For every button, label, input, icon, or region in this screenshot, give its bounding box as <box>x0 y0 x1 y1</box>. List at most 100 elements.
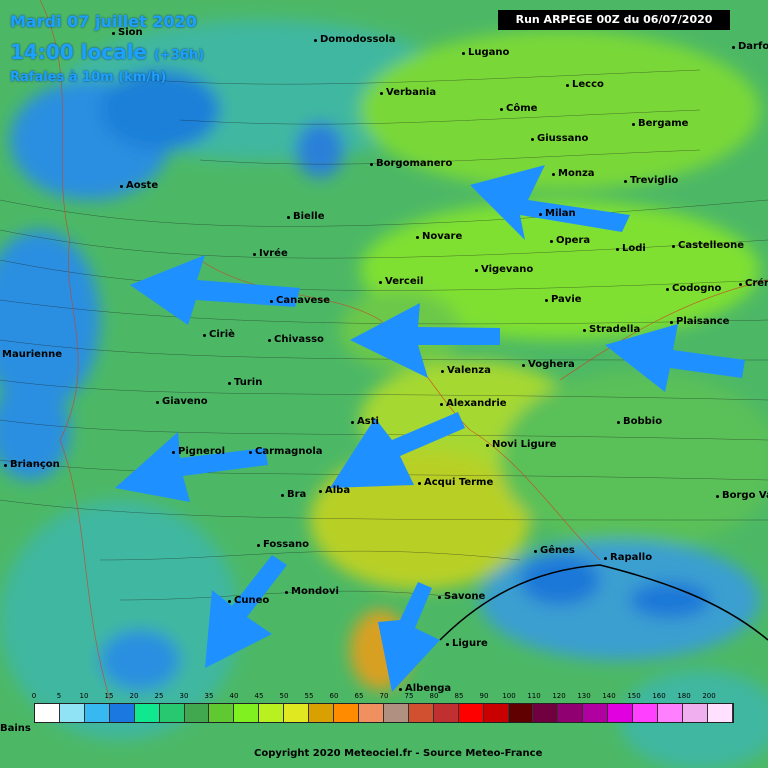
legend-swatch <box>508 704 534 722</box>
city-label: Lecco <box>566 79 604 90</box>
legend-value-label: 70 <box>379 692 389 700</box>
legend-swatch <box>658 704 683 722</box>
forecast-date: Mardi 07 juillet 2020 <box>10 12 197 31</box>
wind-gust-map: Mardi 07 juillet 2020 14:00 locale (+36h… <box>0 0 768 768</box>
legend-swatch <box>483 704 509 722</box>
legend-swatch <box>682 704 708 722</box>
legend-swatch <box>558 704 584 722</box>
legend-value-label: 110 <box>527 692 541 700</box>
legend-swatch <box>134 704 160 722</box>
run-info-box: Run ARPEGE 00Z du 06/07/2020 <box>498 10 730 30</box>
legend-value-label: 25 <box>154 692 164 700</box>
legend-swatch <box>358 704 384 722</box>
legend-value-label: 80 <box>429 692 439 700</box>
legend-value-label: 60 <box>329 692 339 700</box>
city-label: Asti <box>351 416 379 427</box>
legend-swatch <box>59 704 85 722</box>
legend-swatch <box>209 704 235 722</box>
city-label: Gênes <box>534 545 575 556</box>
legend-value-label: 40 <box>229 692 239 700</box>
city-label: Bobbio <box>616 416 663 427</box>
city-label: Bielle <box>286 211 325 222</box>
city-label: Milan <box>539 208 576 219</box>
map-background <box>0 0 768 768</box>
legend-value-label: 20 <box>129 692 139 700</box>
city-label: Pavie <box>545 294 582 305</box>
city-label: Canavese <box>270 295 330 306</box>
city-label: Bergame <box>631 118 689 129</box>
legend-labels: 0 5 10 15 20 25 30 35 40 45 50 55 60 65 70 75 80 85 90 100 1… <box>32 692 734 702</box>
city-label: Codogno <box>665 283 722 294</box>
legend-value-label: 10 <box>79 692 89 700</box>
city-label: Giussano <box>530 133 589 144</box>
legend-value-label: 180 <box>677 692 691 700</box>
city-label: Treviglio <box>623 175 679 186</box>
legend-swatch <box>583 704 609 722</box>
city-label: Verbania <box>379 87 437 98</box>
city-label: Alexandrie <box>440 398 507 409</box>
legend-swatch <box>608 704 634 722</box>
legend-value-label: 120 <box>552 692 566 700</box>
forecast-time: 14:00 locale (+36h) <box>10 40 204 64</box>
city-label: Darfo <box>731 41 768 52</box>
city-label: Côme <box>499 103 538 114</box>
legend-value-label: 85 <box>454 692 464 700</box>
city-label: Ivrée <box>253 248 288 259</box>
legend-swatch <box>309 704 335 722</box>
legend-swatch <box>383 704 409 722</box>
city-label: Borgo Val di Taro <box>716 490 768 501</box>
legend-value-label: 130 <box>577 692 591 700</box>
legend-value-label: 30 <box>179 692 189 700</box>
legend-swatch <box>234 704 260 722</box>
city-label: Ligure <box>446 638 488 649</box>
city-label: Castelleone <box>671 240 745 251</box>
city-label: Alba <box>318 485 351 496</box>
city-label: Lodi <box>616 243 646 254</box>
city-label: Novare <box>415 231 463 242</box>
city-label: Savone <box>437 591 486 602</box>
city-label: Giaveno <box>156 396 208 407</box>
legend-value-label: 5 <box>56 692 62 700</box>
legend-swatch <box>707 704 733 722</box>
time-label: 14:00 locale <box>10 40 147 64</box>
legend-swatch <box>334 704 359 722</box>
city-label: Acqui Terme <box>417 477 494 488</box>
legend-value-label: 50 <box>279 692 289 700</box>
legend-value-label: 160 <box>652 692 666 700</box>
city-label: Opera <box>549 235 591 246</box>
city-label: Verceil <box>378 276 424 287</box>
city-label: Turin <box>227 377 263 388</box>
legend-value-label: 15 <box>104 692 114 700</box>
city-label: Domodossola <box>313 34 396 45</box>
legend-swatch <box>35 704 60 722</box>
legend-value-label: 75 <box>404 692 414 700</box>
legend-swatch <box>184 704 210 722</box>
city-label: Lugano <box>461 47 510 58</box>
legend-swatch <box>109 704 135 722</box>
legend-value-label: 55 <box>304 692 314 700</box>
legend-value-label: 35 <box>204 692 214 700</box>
city-label: Crémone <box>738 278 768 289</box>
legend-value-label: 100 <box>502 692 516 700</box>
city-label: Stradella <box>582 324 641 335</box>
gust-color-legend: 0 5 10 15 20 25 30 35 40 45 50 55 60 65 70 75 80 85 90 100 1… <box>32 692 734 724</box>
legend-swatch <box>159 704 185 722</box>
city-label: Borgomanero <box>369 158 453 169</box>
legend-swatch <box>533 704 559 722</box>
city-label: Monza <box>552 168 595 179</box>
city-label: Chivasso <box>268 334 324 345</box>
legend-swatch <box>284 704 310 722</box>
city-label: Maurienne <box>2 349 62 360</box>
city-label: Cuneo <box>227 595 270 606</box>
legend-value-label: 200 <box>702 692 716 700</box>
legend-swatch <box>259 704 285 722</box>
time-offset: (+36h) <box>153 48 205 63</box>
legend-swatch <box>433 704 459 722</box>
city-label: Voghera <box>522 359 575 370</box>
city-label: Mondovi <box>285 586 339 597</box>
copyright-notice: Copyright 2020 Meteociel.fr - Source Met… <box>254 748 543 759</box>
parameter-label: Rafales à 10m (km/h) <box>10 70 167 85</box>
city-label: Ciriè <box>203 329 235 340</box>
city-label: Rapallo <box>603 552 653 563</box>
legend-color-bar <box>34 703 734 723</box>
